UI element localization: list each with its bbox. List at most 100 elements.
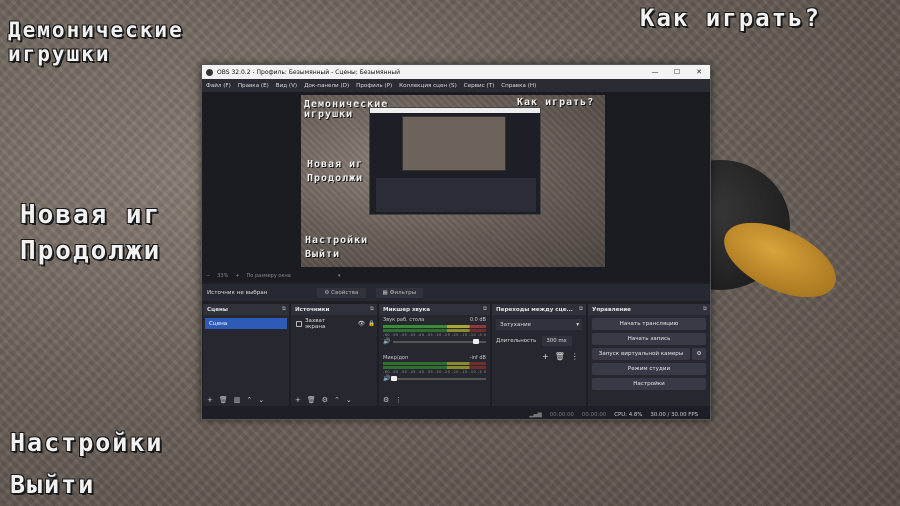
undock-icon[interactable]: ⧉ [282, 306, 286, 313]
chevron-down-icon: ▾ [576, 321, 579, 328]
menu-edit[interactable]: Правка (E) [238, 83, 269, 89]
mixer-channel: Микр/доп -inf dB -60 -55 -50 -45 -40 -35… [383, 355, 486, 385]
no-source-label: Источник не выбран [207, 289, 268, 296]
scenes-header: Сцены ⧉ [203, 304, 289, 315]
speaker-icon[interactable]: 🔊 [383, 375, 390, 382]
menu-tools[interactable]: Сервис (T) [464, 83, 494, 89]
new-game-button[interactable]: Новая иг [20, 200, 161, 230]
preview-continue: Продолжи [307, 173, 364, 184]
settings-button[interactable]: Настройки [592, 378, 706, 390]
scenes-tools: + 🗑 ▥ ⌃ ⌄ [207, 396, 264, 404]
docks-row: Сцены ⧉ Сцена + 🗑 ▥ ⌃ ⌄ Источники ⧉ Захв… [202, 304, 710, 406]
obs-titlebar: OBS 32.0.2 - Профиль: Безымянный - Сцены… [202, 65, 710, 79]
mixer-channel: Звук раб. стола 0.0 dB -60 -55 -50 -45 -… [383, 317, 486, 347]
scenes-header-label: Сцены [207, 306, 228, 313]
transitions-header-label: Переходы между сце... [496, 306, 573, 313]
virtual-cam-button[interactable]: Запуск виртуальной камеры [592, 348, 690, 360]
add-icon[interactable]: + [295, 396, 301, 404]
filters-button[interactable]: ▦ Фильтры [375, 287, 424, 298]
monitor-icon [296, 320, 302, 327]
menu-scene-collection[interactable]: Коллекция сцен (S) [399, 83, 457, 89]
menu-help[interactable]: Справка (H) [501, 83, 536, 89]
exit-button[interactable]: Выйти [10, 470, 95, 499]
transitions-dock: Переходы между сце... ⧉ Затухание ▾ Длит… [492, 304, 586, 406]
undock-icon[interactable]: ⧉ [483, 306, 487, 313]
continue-button[interactable]: Продолжи [20, 236, 161, 266]
game-title-line1: Демонические [8, 18, 184, 42]
mixer-dock: Микшер звука ⧉ Звук раб. стола 0.0 dB -6… [379, 304, 490, 406]
preview-canvas[interactable]: Демонические игрушки Как играть? Новая и… [301, 95, 605, 267]
level-meter [383, 329, 486, 332]
channel-name: Микр/доп [383, 355, 409, 361]
more-icon[interactable]: ⋮ [571, 352, 579, 361]
obs-menubar: Файл (F) Правка (E) Вид (V) Док-панели (… [202, 79, 710, 92]
menu-profile[interactable]: Профиль (P) [356, 83, 392, 89]
mixer-header-label: Микшер звука [383, 306, 430, 313]
filter-icon[interactable]: ▥ [234, 396, 241, 404]
level-meter [383, 325, 486, 328]
duration-input[interactable]: 300 ms [542, 336, 573, 346]
sources-header: Источники ⧉ [291, 304, 377, 315]
maximize-button[interactable]: ☐ [666, 68, 688, 76]
menu-file[interactable]: Файл (F) [206, 83, 231, 89]
menu-view[interactable]: Вид (V) [276, 83, 297, 89]
zoom-in-button[interactable]: + [235, 273, 239, 279]
trash-icon[interactable]: 🗑 [219, 396, 228, 404]
source-item-label: Захват экрана [304, 317, 326, 330]
move-down-icon[interactable]: ⌄ [258, 396, 264, 404]
lock-icon[interactable]: 🔒 [368, 321, 375, 327]
volume-slider[interactable] [391, 376, 486, 381]
studio-mode-button[interactable]: Режим студии [592, 363, 706, 375]
move-up-icon[interactable]: ⌃ [334, 396, 340, 404]
add-icon[interactable]: + [207, 396, 213, 404]
undock-icon[interactable]: ⧉ [579, 306, 583, 313]
nested-obs-capture [369, 107, 541, 215]
zoom-out-button[interactable]: − [206, 273, 210, 279]
obs-window-title: OBS 32.0.2 - Профиль: Безымянный - Сцены… [217, 68, 401, 76]
properties-button[interactable]: ⚙ Свойства [317, 287, 366, 298]
minimize-button[interactable]: — [644, 68, 666, 76]
undock-icon[interactable]: ⧉ [703, 306, 707, 313]
trash-icon[interactable]: 🗑 [307, 396, 316, 404]
transition-select[interactable]: Затухание ▾ [496, 319, 582, 330]
speaker-icon[interactable]: 🔊 [383, 338, 390, 345]
add-icon[interactable]: + [542, 352, 549, 361]
volume-knob[interactable] [472, 339, 479, 344]
transitions-header: Переходы между сце... ⧉ [492, 304, 586, 315]
undock-icon[interactable]: ⧉ [370, 306, 374, 313]
zoom-value: 33% [217, 273, 229, 279]
game-title-line2: игрушки [8, 42, 111, 66]
cpu-usage: CPU: 4.8% [614, 411, 643, 418]
volume-knob[interactable] [391, 376, 398, 381]
how-to-play-button[interactable]: Как играть? [640, 4, 821, 32]
trash-icon[interactable]: 🗑 [555, 352, 565, 361]
preview-area: Демонические игрушки Как играть? Новая и… [202, 92, 710, 270]
preview-title-line2: игрушки [304, 109, 354, 120]
menu-docks[interactable]: Док-панели (D) [304, 83, 349, 89]
source-item[interactable]: Захват экрана 👁 🔒 [293, 317, 375, 330]
gear-icon[interactable]: ⚙ [692, 348, 706, 360]
signal-icon: ▂▄▆ [529, 411, 542, 418]
volume-slider[interactable] [393, 339, 486, 344]
channel-db: 0.0 dB [469, 317, 486, 323]
obs-window: OBS 32.0.2 - Профиль: Безымянный - Сцены… [201, 64, 711, 420]
eye-icon[interactable]: 👁 [358, 321, 365, 327]
gear-icon[interactable]: ⚙ [383, 396, 389, 404]
settings-button[interactable]: Настройки [10, 428, 163, 457]
nested-docks [376, 178, 536, 212]
level-meter [383, 362, 486, 365]
move-up-icon[interactable]: ⌃ [246, 396, 252, 404]
more-icon[interactable]: ⋮ [395, 396, 402, 404]
close-button[interactable]: ✕ [688, 68, 710, 76]
controls-dock: Управление ⧉ Начать трансляцию Начать за… [588, 304, 710, 406]
sources-header-label: Источники [295, 306, 330, 313]
start-stream-button[interactable]: Начать трансляцию [592, 318, 706, 330]
chevron-down-icon[interactable]: ▾ [338, 273, 341, 279]
scene-item[interactable]: Сцена [205, 318, 287, 329]
preview-exit: Выйти [305, 249, 341, 260]
move-down-icon[interactable]: ⌄ [346, 396, 352, 404]
start-record-button[interactable]: Начать запись [592, 333, 706, 345]
channel-name: Звук раб. стола [383, 317, 425, 323]
zoom-fit-select[interactable]: По размеру окна [247, 273, 291, 279]
gear-icon[interactable]: ⚙ [322, 396, 328, 404]
